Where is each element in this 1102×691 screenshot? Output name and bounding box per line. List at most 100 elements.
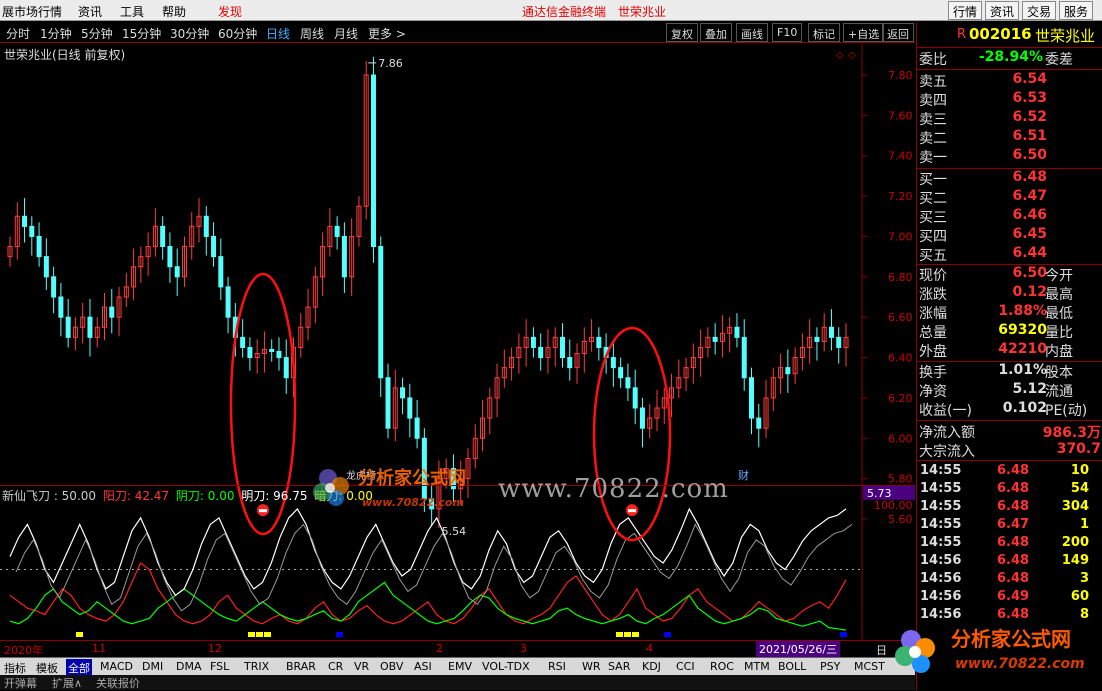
indicator-tab[interactable]: VR: [352, 659, 371, 675]
period-tab-active[interactable]: 日线: [266, 25, 290, 42]
trade-row: 14:56 6.49 60: [920, 589, 1089, 604]
indicator-tab[interactable]: 全部: [66, 659, 92, 675]
period-tab[interactable]: 月线: [334, 25, 358, 42]
indicator-tab[interactable]: DMI: [140, 659, 165, 675]
signal-marker: [336, 632, 343, 637]
signal-marker: [624, 632, 631, 637]
menu-market[interactable]: 展市场行情: [2, 3, 62, 20]
indicator-tab[interactable]: OBV: [378, 659, 405, 675]
date-tick: 11: [92, 642, 106, 655]
indicator-line-ma: [15, 523, 853, 612]
flower-icon: [313, 469, 349, 506]
margin-flag: R: [957, 27, 967, 42]
ming-value: 明刀: 96.75: [241, 489, 308, 503]
more-periods[interactable]: 更多 >: [368, 25, 406, 42]
info-button[interactable]: 资讯: [985, 1, 1020, 20]
candle-body: [51, 276, 57, 298]
draw-button[interactable]: 画线: [736, 23, 768, 42]
indicator-tab[interactable]: FSL: [208, 659, 231, 675]
candle-body: [610, 357, 616, 369]
quote-row: 涨跌 0.12 最高: [919, 284, 1073, 303]
indicator-tab[interactable]: CCI: [674, 659, 697, 675]
watermark-subtext: www.70822.com: [362, 496, 464, 509]
bid-row: 买一 6.48: [919, 169, 1047, 188]
price-tick: 7.00: [888, 230, 913, 243]
candle-body: [567, 357, 573, 369]
price-tick: 6.60: [888, 311, 913, 324]
period-tab[interactable]: 分时: [6, 25, 30, 42]
menu-news[interactable]: 资讯: [78, 3, 102, 20]
ask-row: 卖三 6.52: [919, 109, 1047, 128]
add-watchlist-button[interactable]: +自选: [843, 23, 885, 42]
candle-body: [29, 225, 35, 237]
quote-row: 涨幅 1.88% 最低: [919, 303, 1073, 322]
brand-logo-text: 分析家公式网: [951, 627, 1071, 651]
indicator-tab[interactable]: BOLL: [776, 659, 808, 675]
danmu-toggle[interactable]: 开弹幕: [4, 675, 37, 691]
indicator-tab[interactable]: 模板: [34, 659, 60, 675]
candle-body: [218, 256, 224, 288]
indicator-tab[interactable]: RSI: [546, 659, 568, 675]
candle-body: [240, 336, 246, 348]
service-button[interactable]: 服务: [1059, 1, 1094, 20]
menu-tools[interactable]: 工具: [120, 3, 144, 20]
menu-discover[interactable]: 发现: [218, 3, 242, 20]
indicator-tab[interactable]: MACD: [98, 659, 135, 675]
candle-body: [414, 417, 420, 439]
current-price-label: 5.73: [867, 487, 892, 500]
period-tab[interactable]: 周线: [300, 25, 324, 42]
f10-button[interactable]: F10: [772, 23, 803, 42]
trade-button[interactable]: 交易: [1022, 1, 1057, 20]
period-tab[interactable]: 60分钟: [218, 25, 257, 42]
candle-body: [334, 225, 340, 237]
candle-body: [378, 246, 384, 379]
indicator-tab[interactable]: WR: [580, 659, 603, 675]
menu-help[interactable]: 帮助: [162, 3, 186, 20]
indicator-tab[interactable]: ROC: [708, 659, 736, 675]
mark-button[interactable]: 标记: [808, 23, 840, 42]
kline-chart[interactable]: 100.00 7.80 7.60 7.40 7.20 7.00 6.80 6.60 6.40 6…: [0, 44, 915, 640]
indicator-tab[interactable]: KDJ: [640, 659, 663, 675]
indicator-tab[interactable]: 指标: [2, 659, 28, 675]
indicator-tab[interactable]: VOL-TDX: [480, 659, 532, 675]
period-tab[interactable]: 1分钟: [40, 25, 72, 42]
period-tab[interactable]: 15分钟: [122, 25, 161, 42]
indicator-tab[interactable]: ASI: [412, 659, 434, 675]
diamond-icon: ◇: [848, 50, 856, 61]
indicator-tab[interactable]: MTM: [742, 659, 772, 675]
indicator-tab[interactable]: CR: [326, 659, 345, 675]
diamond-icon: ◇: [836, 50, 844, 61]
candle-body: [269, 348, 275, 352]
expand-toggle[interactable]: 扩展∧: [52, 675, 82, 691]
overlay-button[interactable]: 叠加: [700, 23, 732, 42]
period-tab[interactable]: 5分钟: [81, 25, 113, 42]
indicator-tabs: 指标 模板 全部 MACD DMI DMA FSL TRIX BRAR CR VR OBV ASI EMV…: [0, 657, 915, 675]
trade-row: 14:56 6.48 149: [920, 553, 1089, 568]
price-tick: 7.40: [888, 150, 913, 163]
fuquan-button[interactable]: 复权: [666, 23, 698, 42]
indicator-tab[interactable]: EMV: [446, 659, 474, 675]
period-tab[interactable]: 30分钟: [170, 25, 209, 42]
indicator-tab[interactable]: BRAR: [284, 659, 318, 675]
indicator-line-明刀: [9, 507, 847, 597]
indicator-tab[interactable]: MCST: [852, 659, 887, 675]
candle-body: [756, 417, 762, 429]
period-toolbar: 分时 1分钟 5分钟 15分钟 30分钟 60分钟 日线 周线 月线 更多 > …: [0, 22, 915, 43]
weibi-value: -28.94%: [978, 49, 1043, 65]
related-quote[interactable]: 关联报价: [96, 675, 140, 691]
indicator-tab[interactable]: PSY: [818, 659, 842, 675]
quote-button[interactable]: 行情: [948, 1, 983, 20]
candle-body: [247, 346, 253, 359]
brand-logo: 分析家公式网 www.70822.com: [895, 627, 1085, 673]
cursor-date: 2021/05/26/三: [756, 641, 841, 657]
back-button[interactable]: 返回: [882, 23, 914, 42]
finance-marker[interactable]: 财: [738, 468, 749, 482]
price-tick: 6.40: [888, 352, 913, 365]
bid-row: 买三 6.46: [919, 207, 1047, 226]
yang-value: 阳刀: 42.47: [102, 489, 170, 503]
candle-body: [828, 326, 834, 338]
indicator-tab[interactable]: SAR: [606, 659, 632, 675]
trade-row: 14:55 6.48 10: [920, 463, 1089, 478]
indicator-tab[interactable]: TRIX: [242, 659, 271, 675]
indicator-tab[interactable]: DMA: [174, 659, 204, 675]
